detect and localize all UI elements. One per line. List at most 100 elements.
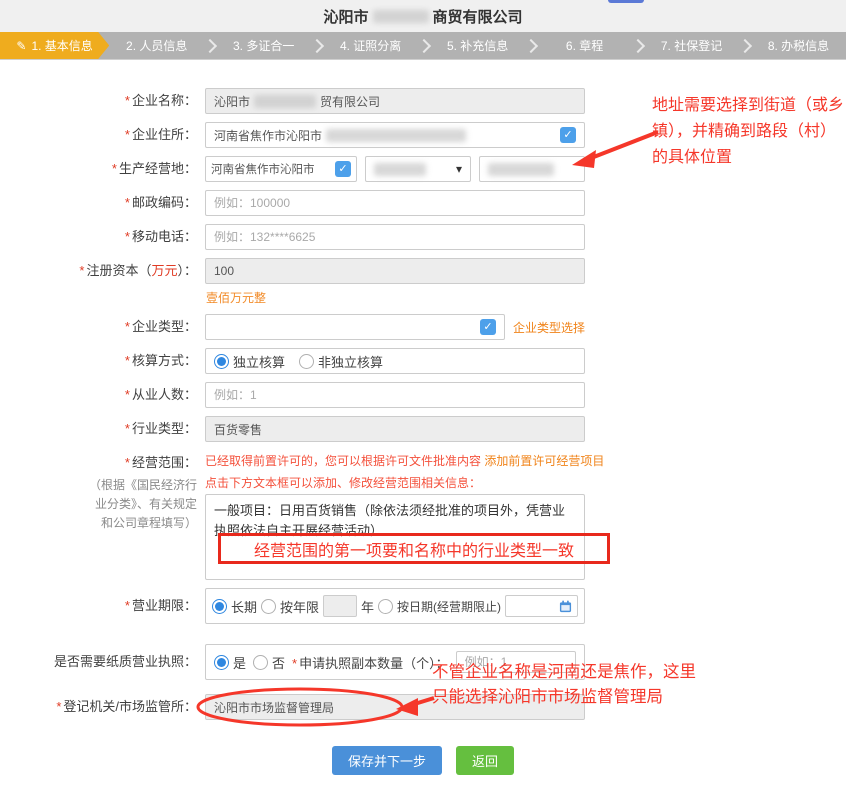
redacted-text [374,163,426,176]
capital-label: *注册资本（万元）： [0,258,205,306]
authority-row: *登记机关/市场监管所： 沁阳市市场监督管理局 [0,694,846,720]
tab-tax-info[interactable]: 8. 办税信息 [751,32,846,59]
option-term-long[interactable]: 长期 [212,597,257,616]
step-tabs: ✎ 1. 基本信息 2. 人员信息 3. 多证合一 4. 证照分离 5. 补充信… [0,32,846,60]
capital-field: 100 [205,258,585,284]
basic-info-form: *企业名称： 沁阳市 贸有限公司 *企业住所： 河南省焦作市沁阳市 ✓ [0,60,846,775]
tab-supplementary-info[interactable]: 5. 补充信息 [430,32,525,59]
scope-note: 业分类》、有关规定 [0,495,197,514]
option-independent-accounting[interactable]: 独立核算 [214,352,285,371]
add-pre-license-link[interactable]: 添加前置许可经营项目 [484,454,604,468]
chevron-down-icon: ▾ [456,162,462,176]
radio-unchecked-icon[interactable] [378,599,393,614]
required-asterisk: * [292,656,297,671]
tab-label: 2. 人员信息 [126,37,187,54]
paper-license-box: 是 否 *申请执照副本数量（个）： [205,644,585,680]
scope-tip-1: 已经取得前置许可的，您可以根据许可文件批准内容 添加前置许可经营项目 [205,450,585,472]
required-asterisk: * [79,263,84,278]
mobile-input[interactable] [205,224,585,250]
company-name-label: *企业名称： [0,88,205,114]
tab-personnel-info[interactable]: 2. 人员信息 [109,32,204,59]
company-title-prefix: 沁阳市 [323,6,368,27]
employees-input[interactable] [205,382,585,408]
radio-checked-icon[interactable] [214,354,229,369]
company-type-select-link[interactable]: 企业类型选择 [513,319,585,336]
radio-checked-icon[interactable] [214,655,229,670]
option-paper-yes[interactable]: 是 [214,653,246,672]
postcode-input[interactable] [205,190,585,216]
required-asterisk: * [125,455,130,470]
tab-label: 7. 社保登记 [661,37,722,54]
pencil-icon: ✎ [16,39,26,53]
mobile-label: *移动电话： [0,224,205,250]
tab-label: 3. 多证合一 [233,37,294,54]
required-asterisk: * [125,127,130,142]
business-term-row: *营业期限： 长期 按年限 年 按日期(经营期限止) [0,588,846,624]
option-paper-no[interactable]: 否 [253,653,285,672]
chevron-separator-icon [203,38,217,52]
tab-label: 6. 章程 [566,37,603,54]
radio-unchecked-icon[interactable] [299,354,314,369]
village-input[interactable] [479,156,585,182]
option-dependent-accounting[interactable]: 非独立核算 [299,352,383,371]
postcode-label: *邮政编码： [0,190,205,216]
postcode-row: *邮政编码： [0,190,846,216]
calendar-icon [559,600,572,613]
capital-in-words: 壹佰万元整 [205,289,585,306]
required-asterisk: * [125,421,130,436]
town-select[interactable]: ▾ [365,156,471,182]
year-unit-label: 年 [361,597,374,616]
tab-basic-info[interactable]: ✎ 1. 基本信息 [0,32,109,59]
business-place-input[interactable]: 河南省焦作市沁阳市 ✓ [205,156,357,182]
business-scope-row: *经营范围： （根据《国民经济行 业分类》、有关规定 和公司章程填写） 已经取得… [0,450,846,580]
chevron-separator-icon [310,38,324,52]
required-asterisk: * [125,195,130,210]
page-title: 沁阳市 商贸有限公司 [0,0,846,32]
redacted-text [254,95,316,108]
company-title-suffix: 商贸有限公司 [433,6,523,27]
address-picker-icon[interactable]: ✓ [560,127,576,143]
scope-note: 和公司章程填写） [0,514,197,533]
option-term-years[interactable]: 按年限 [261,597,319,616]
business-term-label: *营业期限： [0,588,205,624]
radio-checked-icon[interactable] [212,599,227,614]
tab-multi-cert[interactable]: 3. 多证合一 [216,32,311,59]
required-asterisk: * [125,93,130,108]
tab-cert-separation[interactable]: 4. 证照分离 [323,32,418,59]
company-type-label: *企业类型： [0,314,205,340]
authority-field: 沁阳市市场监督管理局 [205,694,585,720]
capital-row: *注册资本（万元）： 100 壹佰万元整 [0,258,846,306]
type-picker-icon[interactable]: ✓ [480,319,496,335]
business-term-box: 长期 按年限 年 按日期(经营期限止) [205,588,585,624]
authority-label: *登记机关/市场监管所： [0,694,205,720]
company-address-label: *企业住所： [0,122,205,148]
radio-unchecked-icon[interactable] [253,655,268,670]
chevron-separator-icon [524,38,538,52]
company-address-row: *企业住所： 河南省焦作市沁阳市 ✓ [0,122,846,148]
required-asterisk: * [125,229,130,244]
save-next-button[interactable]: 保存并下一步 [332,746,442,775]
company-address-input[interactable]: 河南省焦作市沁阳市 ✓ [205,122,585,148]
term-end-date-input[interactable] [505,595,578,617]
redacted-text [488,163,554,176]
term-years-input[interactable] [323,595,357,617]
business-place-label: *生产经营地： [0,156,205,182]
copies-input[interactable] [456,651,576,673]
chevron-separator-icon [417,38,431,52]
business-scope-textarea[interactable]: 一般项目：日用百货销售（除依法须经批准的项目外，凭营业执照依法自主开展经营活动） [205,494,585,580]
top-notch-decoration [608,0,644,3]
radio-unchecked-icon[interactable] [261,599,276,614]
option-term-date[interactable]: 按日期(经营期限止) [378,598,501,615]
place-picker-icon[interactable]: ✓ [335,161,351,177]
company-type-input[interactable]: ✓ [205,314,505,340]
tab-articles[interactable]: 6. 章程 [537,32,632,59]
tab-label: 1. 基本信息 [31,37,92,54]
company-type-row: *企业类型： ✓ 企业类型选择 [0,314,846,340]
company-name-row: *企业名称： 沁阳市 贸有限公司 [0,88,846,114]
back-button[interactable]: 返回 [456,746,514,775]
chevron-separator-icon [738,38,752,52]
mobile-row: *移动电话： [0,224,846,250]
tab-social-security[interactable]: 7. 社保登记 [644,32,739,59]
employees-row: *从业人数： [0,382,846,408]
redacted-text [326,129,466,142]
